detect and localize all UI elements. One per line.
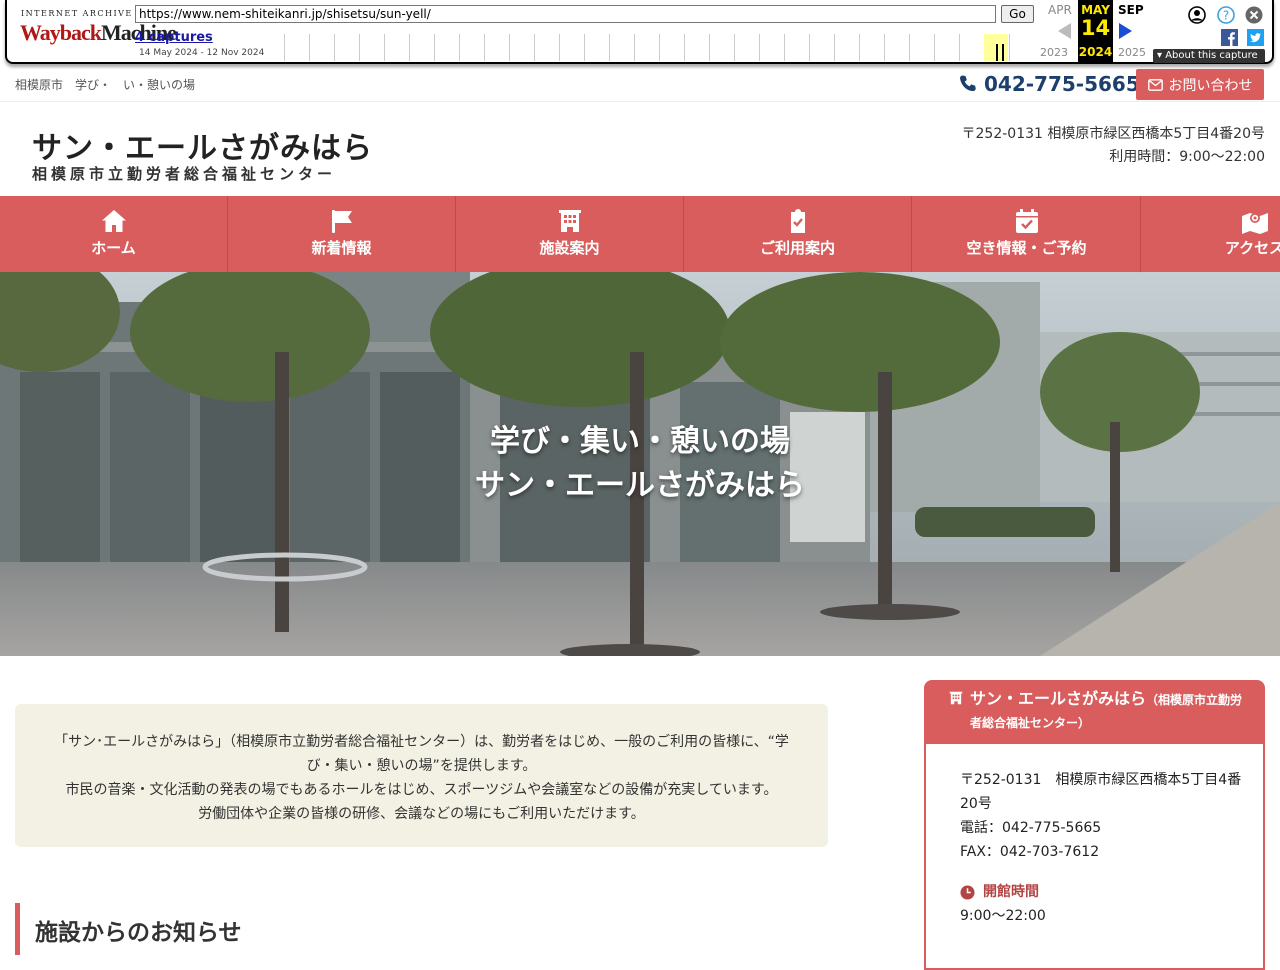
header-address: 〒252-0131 相模原市緑区西橋本5丁目4番20号 <box>961 126 1265 142</box>
nav-item-access[interactable]: アクセス <box>1141 196 1280 272</box>
nav-item-facilities[interactable]: 施設案内 <box>456 196 684 272</box>
facility-info-card: サン・エールさがみはら（相模原市立勤労者総合福祉センター） 〒252-0131 … <box>924 680 1265 970</box>
wayback-go-button[interactable]: Go <box>1001 5 1034 23</box>
facility-hours: 9:00〜22:00 <box>960 908 1046 924</box>
facility-hours-heading: 開館時間 <box>983 884 1039 900</box>
wayback-capture-tick <box>996 44 998 61</box>
nav-label-usage: ご利用案内 <box>759 239 835 257</box>
facility-hours-heading-row: 開館時間 <box>960 880 1243 904</box>
site-subtitle: 相模原市立勤労者総合福祉センター <box>32 165 337 183</box>
building-icon <box>558 210 581 232</box>
close-icon[interactable] <box>1245 6 1263 24</box>
header-hours: 利用時間：9:00〜22:00 <box>1109 149 1265 165</box>
user-icon[interactable] <box>1188 6 1206 24</box>
wayback-capture-tick <box>1002 44 1004 61</box>
site-header: サン・エールさがみはら 相模原市立勤労者総合福祉センター 〒252-0131 相… <box>0 103 1280 196</box>
hero-caption: 学び・集い・憩いの場 サン・エールさがみはら <box>0 420 1280 508</box>
site-tagline: 相模原市 学び・ い・憩いの場 <box>15 78 196 92</box>
flag-icon <box>331 210 352 233</box>
wayback-prev-arrow-icon[interactable] <box>1058 23 1071 39</box>
site-title[interactable]: サン・エールさがみはら <box>32 123 373 167</box>
home-icon <box>101 210 126 232</box>
nav-label-facilities: 施設案内 <box>539 239 600 257</box>
facility-tel: 電話：042-775-5665 <box>960 820 1102 836</box>
twitter-icon[interactable] <box>1247 29 1264 46</box>
map-icon <box>1241 213 1268 234</box>
clock-icon <box>960 884 975 900</box>
facility-card-body: 〒252-0131 相模原市緑区西橋本5丁目4番20号 電話：042-775-5… <box>924 744 1265 970</box>
svg-text:?: ? <box>1223 9 1229 23</box>
calendar-check-icon <box>1015 209 1038 233</box>
wayback-cur-month: MAY <box>1081 3 1110 17</box>
wayback-captures-link[interactable]: 4 captures <box>135 30 213 45</box>
nav-item-usage[interactable]: ご利用案内 <box>684 196 912 272</box>
phone-number-text: 042-775-5665 <box>984 72 1140 96</box>
intro-paragraph-1: 「サン･エールさがみはら」（相模原市立勤労者総合福祉センター）は、勤労者をはじめ… <box>54 734 789 774</box>
hero-line-2: サン・エールさがみはら <box>475 468 805 503</box>
wayback-cur-day: 14 <box>1080 16 1111 40</box>
wayback-next-arrow-icon[interactable] <box>1119 23 1132 39</box>
nav-item-reservation[interactable]: 空き情報・ご予約 <box>913 196 1141 272</box>
help-icon[interactable]: ? <box>1217 6 1235 24</box>
clipboard-check-icon <box>790 209 805 233</box>
wayback-cur-year: 2024 <box>1078 45 1113 59</box>
facility-fax: FAX：042-703-7612 <box>960 844 1100 860</box>
wayback-about-capture[interactable]: ▾ About this capture <box>1153 49 1265 63</box>
site-topbar: 相模原市 学び・ い・憩いの場 042-775-5665 お問い合わせ <box>0 68 1280 102</box>
wayback-url-input[interactable]: https://www.nem-shiteikanri.jp/shisetsu/… <box>135 5 996 23</box>
wayback-prev-year[interactable]: 2023 <box>1040 46 1068 59</box>
phone-number[interactable]: 042-775-5665 <box>958 70 1140 98</box>
wayback-logo-a: Wayback <box>20 20 102 45</box>
contact-button[interactable]: お問い合わせ <box>1136 69 1264 100</box>
nav-label-news: 新着情報 <box>311 239 372 257</box>
notice-section: 施設からのお知らせ <box>15 903 828 955</box>
main-nav: ホーム 新着情報 施設案内 ご利用案内 空き情報・ご予約 アクセス <box>0 196 1280 272</box>
wayback-sparkline[interactable] <box>284 34 1034 61</box>
wayback-about-label: About this capture <box>1165 50 1258 61</box>
phone-icon <box>958 74 984 94</box>
facility-address: 〒252-0131 相模原市緑区西橋本5丁目4番20号 <box>960 772 1242 812</box>
building-icon <box>949 691 963 705</box>
nav-label-reservation: 空き情報・ご予約 <box>966 239 1087 257</box>
mail-icon <box>1147 78 1169 91</box>
nav-item-home[interactable]: ホーム <box>0 196 228 272</box>
wayback-prev-month[interactable]: APR <box>1048 3 1072 17</box>
wayback-logo-top: INTERNET ARCHIVE <box>21 9 133 18</box>
nav-item-news[interactable]: 新着情報 <box>228 196 456 272</box>
intro-paragraph-2: 市民の音楽・文化活動の発表の場でもあるホールをはじめ、スポーツジムや会議室などの… <box>65 782 778 798</box>
wayback-logo[interactable]: WaybackMachine <box>20 19 177 47</box>
wayback-toolbar: INTERNET ARCHIVE WaybackMachine https://… <box>0 0 1280 68</box>
hero-image: 学び・集い・憩いの場 サン・エールさがみはら <box>0 272 1280 656</box>
nav-label-home: ホーム <box>91 239 136 257</box>
wayback-current-date: MAY 14 2024 <box>1078 0 1113 62</box>
facebook-icon[interactable] <box>1221 29 1238 46</box>
contact-label: お問い合わせ <box>1168 77 1253 94</box>
intro-box: 「サン･エールさがみはら」（相模原市立勤労者総合福祉センター）は、勤労者をはじめ… <box>15 704 828 847</box>
intro-paragraph-3: 労働団体や企業の皆様の研修、会議などの場にもご利用いただけます。 <box>198 806 645 822</box>
facility-card-header: サン・エールさがみはら（相模原市立勤労者総合福祉センター） <box>924 680 1265 744</box>
notice-heading: 施設からのお知らせ <box>35 920 242 946</box>
wayback-capture-range: 14 May 2024 - 12 Nov 2024 <box>139 48 265 58</box>
facility-card-name: サン・エールさがみはら <box>970 689 1147 708</box>
hero-line-1: 学び・集い・憩いの場 <box>490 424 790 459</box>
wayback-next-year[interactable]: 2025 <box>1118 46 1146 59</box>
wayback-next-month[interactable]: SEP <box>1118 3 1144 17</box>
header-address-block: 〒252-0131 相模原市緑区西橋本5丁目4番20号 利用時間：9:00〜22… <box>962 123 1265 169</box>
nav-label-access: アクセス <box>1224 239 1280 257</box>
